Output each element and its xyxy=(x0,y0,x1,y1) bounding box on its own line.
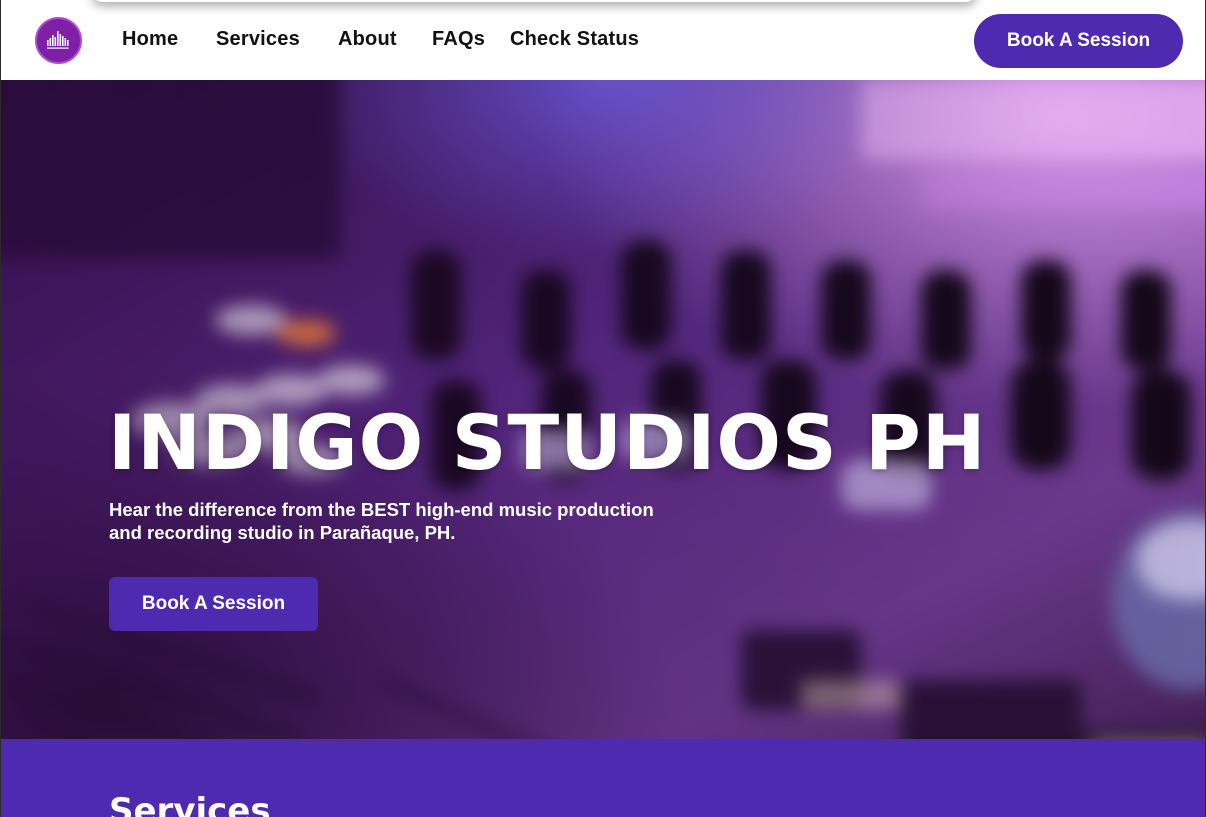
hero-subtitle: Hear the difference from the BEST high-e… xyxy=(109,498,729,544)
hero-section: INDIGO STUDIOS PH Hear the difference fr… xyxy=(1,80,1205,739)
nav-link-about[interactable]: About xyxy=(338,28,397,51)
hero-subtitle-line-2: and recording studio in Parañaque, PH. xyxy=(109,522,456,543)
book-session-hero-button[interactable]: Book A Session xyxy=(109,577,318,631)
services-title: Services xyxy=(109,791,271,817)
navbar: Home Services About FAQs Check Status Bo… xyxy=(1,0,1205,80)
book-session-nav-button[interactable]: Book A Session xyxy=(974,14,1183,68)
nav-link-home[interactable]: Home xyxy=(122,28,178,51)
nav-link-check-status[interactable]: Check Status xyxy=(510,28,639,51)
hero-title: INDIGO STUDIOS PH xyxy=(108,398,987,487)
page: Home Services About FAQs Check Status Bo… xyxy=(0,0,1206,817)
nav-link-faqs[interactable]: FAQs xyxy=(432,28,485,51)
services-section: Services xyxy=(1,739,1205,817)
equalizer-logo-icon[interactable] xyxy=(35,17,82,64)
hero-subtitle-line-1: Hear the difference from the BEST high-e… xyxy=(109,499,654,520)
nav-link-services[interactable]: Services xyxy=(216,28,300,51)
top-shadow xyxy=(91,0,977,2)
